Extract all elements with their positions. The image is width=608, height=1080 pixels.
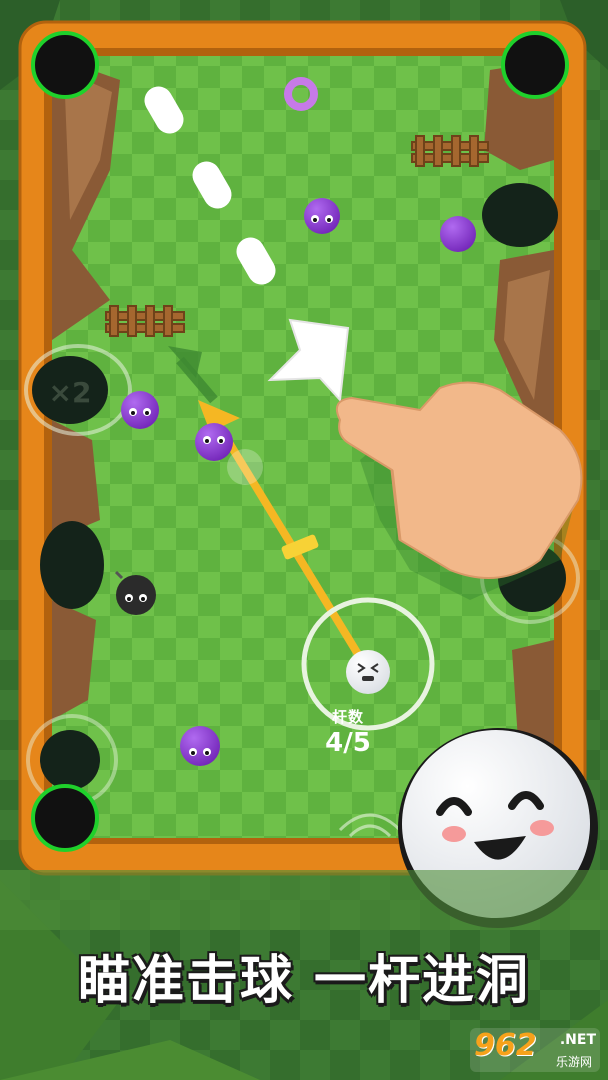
stroke-count: 4/5 — [325, 728, 371, 758]
white-ball-icon[interactable] — [346, 650, 390, 694]
side-hole-right-1 — [482, 183, 558, 247]
stroke-label: 杆数 — [331, 708, 364, 726]
watermark-logo: 962 — [474, 1028, 537, 1063]
fence-left — [105, 305, 185, 337]
purple-ball-icon[interactable] — [440, 216, 476, 252]
multiplier-label: ×2 — [49, 376, 92, 409]
watermark: 962 .NET 乐游网 — [470, 1028, 600, 1072]
purple-ball-icon[interactable] — [195, 423, 233, 461]
purple-ball-icon[interactable] — [304, 198, 340, 234]
game-scene[interactable]: ×2 — [0, 0, 608, 1080]
headline: 瞄准击球 一杆进洞 — [77, 951, 531, 1011]
purple-ball-icon[interactable] — [121, 391, 159, 429]
watermark-subtitle: 乐游网 — [555, 1055, 592, 1069]
side-hole-left-2 — [40, 521, 104, 609]
purple-ball-icon[interactable] — [180, 726, 220, 766]
watermark-suffix: .NET — [559, 1032, 596, 1048]
